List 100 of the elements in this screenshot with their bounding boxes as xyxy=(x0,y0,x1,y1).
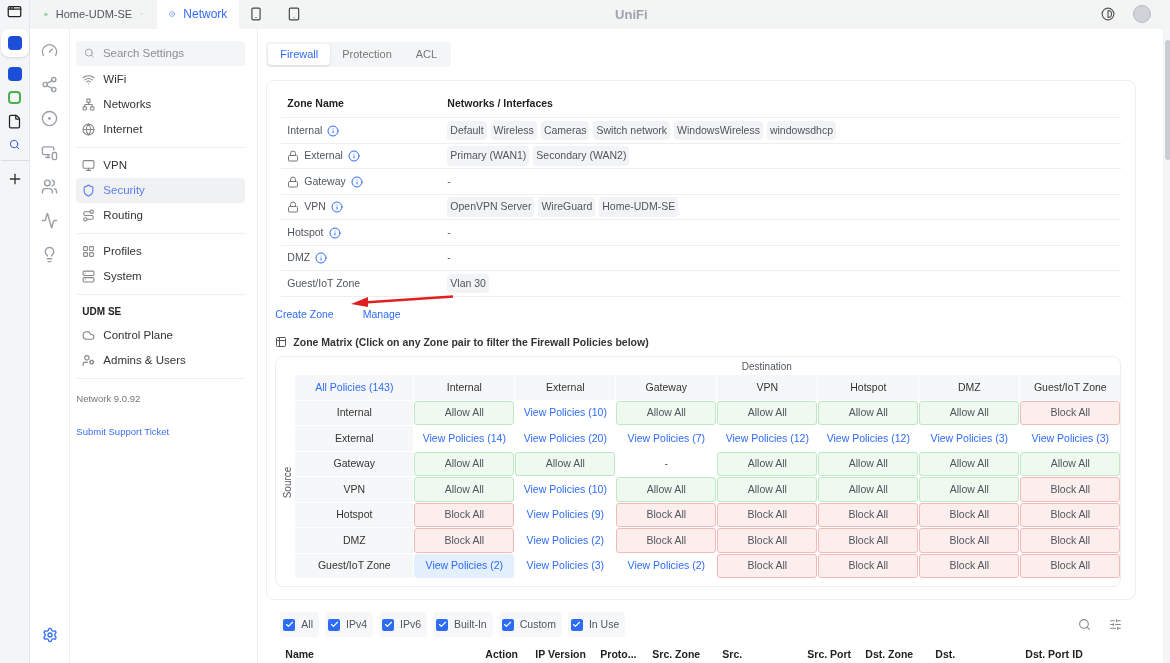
matrix-cell[interactable]: Block All xyxy=(919,528,1020,553)
nav-item[interactable]: Internet xyxy=(76,116,246,142)
zone-link[interactable]: Manage xyxy=(362,306,401,323)
filter-checkbox[interactable]: All xyxy=(280,612,319,638)
matrix-cell[interactable]: Allow All xyxy=(818,477,919,502)
matrix-cell[interactable]: Allow All xyxy=(717,451,818,477)
empty-value: - xyxy=(447,250,451,266)
gauge-icon[interactable] xyxy=(41,41,59,59)
matrix-cell[interactable]: Allow All xyxy=(717,477,818,502)
info-icon[interactable] xyxy=(315,252,328,264)
zone-link[interactable]: Create Zone xyxy=(275,306,334,323)
matrix-cell[interactable]: View Policies (2) xyxy=(414,553,515,579)
theme-icon[interactable] xyxy=(1101,7,1116,22)
users-icon xyxy=(82,353,96,367)
matrix-cell[interactable]: Block All xyxy=(717,502,818,528)
matrix-cell[interactable]: Block All xyxy=(414,528,515,553)
nav-item[interactable]: Networks xyxy=(76,91,246,117)
matrix-cell[interactable]: Allow All xyxy=(616,400,717,426)
zone-name: Hotspot xyxy=(287,224,324,240)
device-icon[interactable] xyxy=(287,7,302,22)
window-icon[interactable] xyxy=(7,4,23,19)
nav-item[interactable]: Control Plane xyxy=(76,322,246,348)
matrix-cell[interactable]: Allow All xyxy=(919,477,1020,502)
matrix-cell[interactable]: Block All xyxy=(616,502,717,528)
settings-icon[interactable] xyxy=(1109,618,1123,632)
matrix-cell[interactable]: Allow All xyxy=(818,451,919,477)
matrix-cell[interactable]: Allow All xyxy=(515,451,616,477)
globe-icon xyxy=(82,122,96,136)
nav-item[interactable]: System xyxy=(76,263,246,289)
matrix-cell[interactable]: Block All xyxy=(1020,528,1121,553)
zone-name: External xyxy=(304,148,343,164)
matrix-cell[interactable]: Block All xyxy=(919,553,1020,579)
app-icon[interactable] xyxy=(0,29,29,57)
info-icon[interactable] xyxy=(327,124,340,137)
filter-checkbox[interactable]: In Use xyxy=(567,612,626,638)
search-input[interactable]: Search Settings xyxy=(102,44,238,62)
matrix-cell[interactable]: Block All xyxy=(818,553,919,579)
tab[interactable]: Firewall xyxy=(268,43,331,65)
checkbox[interactable] xyxy=(436,618,449,631)
matrix-cell[interactable]: Allow All xyxy=(919,451,1020,477)
topology-icon[interactable] xyxy=(41,75,59,93)
wave-icon[interactable] xyxy=(41,211,59,229)
device-icon[interactable] xyxy=(249,7,264,22)
nav-item[interactable]: Profiles xyxy=(76,238,246,264)
site-selector[interactable]: Home-UDM-SE xyxy=(30,0,158,29)
network-chip: Home-UDM-SE xyxy=(599,197,679,217)
checkbox[interactable] xyxy=(328,618,340,631)
scrollbar[interactable] xyxy=(1165,40,1170,160)
document-icon[interactable] xyxy=(7,114,23,129)
matrix-cell[interactable]: Block All xyxy=(717,553,818,579)
matrix-cell[interactable]: Allow All xyxy=(717,400,818,426)
settings-icon[interactable] xyxy=(41,627,58,643)
matrix-cell[interactable]: Block All xyxy=(919,502,1020,528)
matrix-cell[interactable]: Allow All xyxy=(414,477,515,502)
matrix-cell[interactable]: Block All xyxy=(414,502,515,528)
checkbox[interactable] xyxy=(570,618,583,631)
all-policies-link[interactable]: All Policies (143) xyxy=(295,375,414,400)
filter-checkbox[interactable]: IPv6 xyxy=(379,612,428,638)
app-icon[interactable] xyxy=(7,67,22,81)
matrix-cell[interactable]: Block All xyxy=(717,528,818,553)
nav-item[interactable]: WiFi xyxy=(76,66,246,92)
support-link[interactable]: Submit Support Ticket xyxy=(76,425,246,440)
matrix-cell[interactable]: Block All xyxy=(818,502,919,528)
target-icon[interactable] xyxy=(41,109,59,127)
users-icon[interactable] xyxy=(41,177,59,195)
column-header: Dst. Port xyxy=(1025,647,1071,663)
checkbox[interactable] xyxy=(501,618,514,631)
info-icon[interactable] xyxy=(330,201,343,213)
tab[interactable]: ACL xyxy=(403,43,450,65)
search-field[interactable]: Search Settings xyxy=(76,40,246,66)
matrix-cell[interactable]: Allow All xyxy=(414,451,515,477)
matrix-cell[interactable]: Block All xyxy=(818,528,919,553)
matrix-cell[interactable]: Block All xyxy=(1020,400,1121,426)
nav-item[interactable]: VPN xyxy=(76,152,246,178)
nav-item[interactable]: Admins & Users xyxy=(76,347,246,373)
nav-item[interactable]: Routing xyxy=(76,202,246,228)
info-icon[interactable] xyxy=(350,175,363,188)
matrix-cell[interactable]: Allow All xyxy=(616,477,717,502)
matrix-cell[interactable]: Block All xyxy=(1020,477,1121,502)
matrix-cell[interactable]: Block All xyxy=(1020,553,1121,579)
matrix-cell[interactable]: Allow All xyxy=(1020,451,1121,477)
devices-icon[interactable] xyxy=(41,143,59,161)
matrix-cell[interactable]: Block All xyxy=(616,528,717,553)
network-chip: Default xyxy=(447,120,487,141)
matrix-cell[interactable]: Allow All xyxy=(818,400,919,426)
matrix-cell[interactable]: Allow All xyxy=(414,400,515,426)
checkbox[interactable] xyxy=(382,618,394,631)
search-icon[interactable] xyxy=(9,139,21,150)
row-header: Internal xyxy=(295,400,414,426)
info-icon[interactable] xyxy=(347,150,360,162)
info-icon[interactable] xyxy=(328,226,341,239)
matrix-cell[interactable]: Block All xyxy=(1020,502,1121,528)
search-icon[interactable] xyxy=(1078,618,1092,632)
matrix-cell[interactable]: Allow All xyxy=(919,400,1020,426)
filter-checkbox[interactable]: IPv4 xyxy=(325,612,373,638)
checkbox[interactable] xyxy=(283,618,296,631)
tab[interactable]: Protection xyxy=(330,43,404,65)
filter-checkbox[interactable]: Built-In xyxy=(433,612,493,638)
app-tab[interactable]: Network xyxy=(157,0,240,29)
filter-checkbox[interactable]: Custom xyxy=(498,612,562,638)
